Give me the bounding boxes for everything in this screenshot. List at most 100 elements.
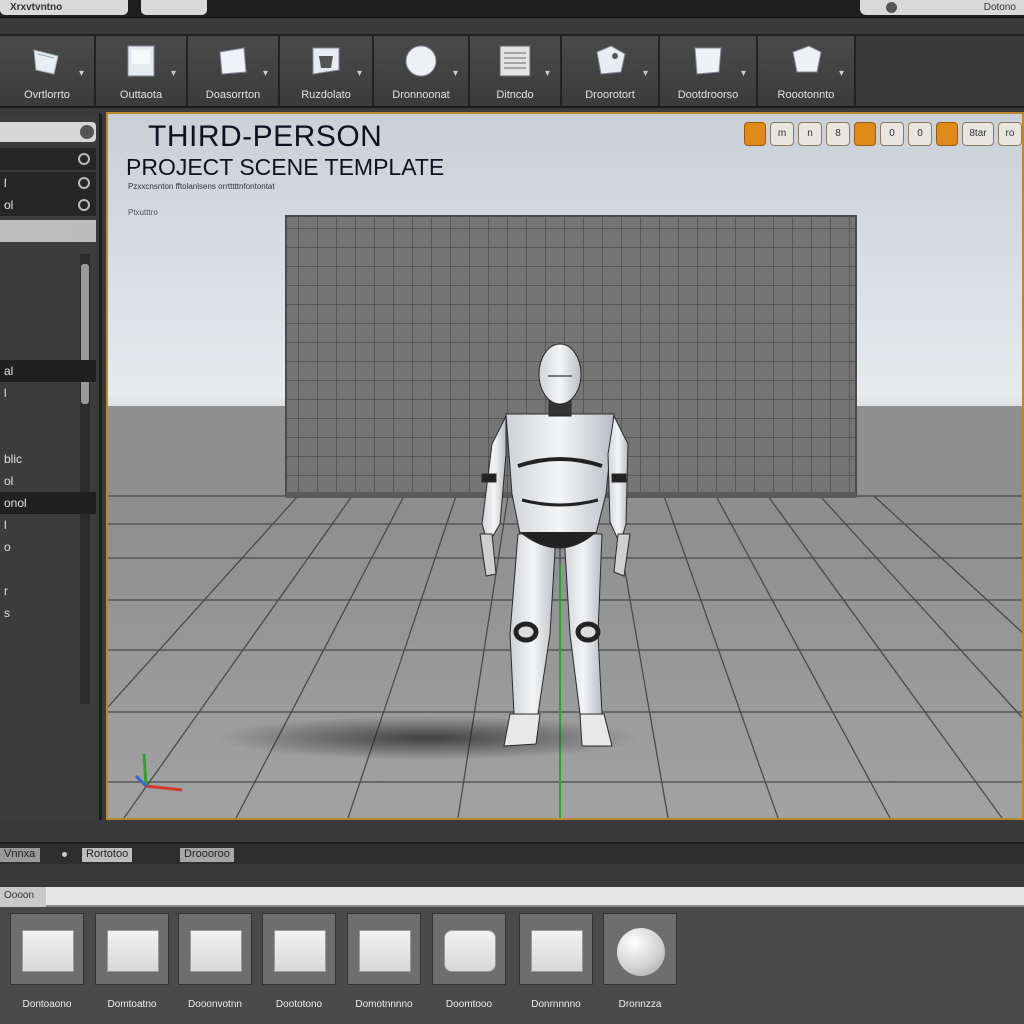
toolbar-spacer <box>856 36 1024 106</box>
outliner-list-item[interactable]: onol <box>0 492 96 514</box>
chevron-down-icon[interactable]: ▾ <box>79 68 84 79</box>
build-icon <box>496 42 534 80</box>
content-browser-tab[interactable]: Vnnxa <box>0 848 40 862</box>
plane-mesh-icon <box>107 930 159 972</box>
filter-button[interactable]: Oooon <box>0 887 46 907</box>
outliner-row[interactable] <box>0 220 96 242</box>
filter-icon[interactable] <box>80 125 94 139</box>
viewport-mode-button[interactable] <box>854 122 876 146</box>
window-tab-main[interactable]: Xrxvtvntno <box>0 0 128 15</box>
asset-tile[interactable]: Domtoatno <box>95 913 169 1013</box>
sphere-mesh-icon <box>617 928 665 976</box>
cinematics-icon <box>402 42 440 80</box>
viewport-mode-button[interactable] <box>936 122 958 146</box>
plane-mesh-icon <box>531 930 583 972</box>
asset-tile[interactable]: Dontoaono <box>10 913 84 1013</box>
cube-mesh-icon <box>444 930 496 972</box>
window-tab-secondary[interactable] <box>141 0 207 15</box>
asset-thumbnail <box>603 913 677 985</box>
asset-tile[interactable]: Dronnzza <box>603 913 677 1013</box>
viewport-option-button[interactable]: 0 <box>908 122 932 146</box>
outliner-row-label: l <box>4 176 7 190</box>
asset-tile[interactable]: Doomtooo <box>432 913 506 1013</box>
toolbar-button-build[interactable]: Ditncdo ▾ <box>470 36 562 106</box>
chevron-down-icon[interactable]: ▾ <box>741 68 746 79</box>
visibility-eye-icon[interactable] <box>78 199 90 211</box>
editor-window: Xrxvtvntno Dotono Ovrtlorrto ▾ Outtaota ▾ Do… <box>0 0 1024 1024</box>
asset-label: Donrnnnno <box>531 999 581 1010</box>
play-icon <box>591 42 629 80</box>
window-controls-label: Dotono <box>983 2 1016 13</box>
visibility-eye-icon[interactable] <box>78 225 90 237</box>
toolbar-button-marketplace[interactable]: Doasorrton ▾ <box>188 36 280 106</box>
content-browser-path-segment[interactable]: Droooroo <box>180 848 234 862</box>
outliner-list-item[interactable] <box>0 404 96 426</box>
world-outliner-panel: l ol al l blic ol onol l o r s <box>0 114 102 820</box>
viewport-option-button[interactable]: 8tar <box>962 122 994 146</box>
asset-thumbnail <box>95 913 169 985</box>
outliner-list-item[interactable]: s <box>0 602 96 624</box>
viewport-info-text-2: Ptxutttro <box>128 208 158 217</box>
chevron-down-icon[interactable]: ▾ <box>545 68 550 79</box>
outliner-list-item[interactable]: l <box>0 514 96 536</box>
chevron-down-icon[interactable]: ▾ <box>263 68 268 79</box>
viewport-option-button[interactable]: m <box>770 122 794 146</box>
asset-tile[interactable]: Donrnnnno <box>519 913 593 1013</box>
toolbar-button-launch[interactable]: Dootdroorso ▾ <box>660 36 758 106</box>
asset-tile[interactable]: Doototono <box>262 913 336 1013</box>
viewport-option-button[interactable]: ro <box>998 122 1022 146</box>
viewport-option-button[interactable]: 0 <box>880 122 904 146</box>
outliner-list-item[interactable]: l <box>0 382 96 404</box>
chevron-down-icon[interactable]: ▾ <box>357 68 362 79</box>
viewport-info-text: Pzxxcnsnton fftolanlsens orrtttttnfonton… <box>128 182 275 191</box>
chevron-down-icon[interactable]: ▾ <box>171 68 176 79</box>
visibility-eye-icon[interactable] <box>78 177 90 189</box>
asset-label: Domotnnnno <box>355 999 413 1010</box>
toolbar-button-cinematics[interactable]: Dronnoonat ▾ <box>374 36 470 106</box>
outliner-list-item[interactable] <box>0 558 96 580</box>
chevron-down-icon[interactable]: ▾ <box>839 68 844 79</box>
level-viewport[interactable]: THIRD-PERSON PROJECT SCENE TEMPLATE Pzxx… <box>106 112 1024 820</box>
viewport-mode-button[interactable] <box>744 122 766 146</box>
content-browser-filter-bar[interactable]: Oooon <box>0 887 1024 907</box>
outliner-list-item[interactable]: r <box>0 580 96 602</box>
toolbar-button-blueprint[interactable]: Ruzdolato ▾ <box>280 36 374 106</box>
toolbar-button-select[interactable]: Ovrtlorrto ▾ <box>0 36 96 106</box>
blueprint-icon <box>307 42 345 80</box>
plane-mesh-icon <box>22 930 74 972</box>
viewport-option-button[interactable]: n <box>798 122 822 146</box>
outliner-row[interactable]: l <box>0 172 96 194</box>
toolbar-button-settings[interactable]: Roootonnto ▾ <box>758 36 856 106</box>
outliner-list-item[interactable] <box>0 426 96 448</box>
outliner-search-input[interactable] <box>0 122 96 142</box>
content-icon <box>122 42 160 80</box>
character-shadow <box>218 716 638 760</box>
chevron-down-icon[interactable]: ▾ <box>643 68 648 79</box>
toggle-icon[interactable] <box>886 2 897 13</box>
asset-tile[interactable]: Dooonvotnn <box>178 913 252 1013</box>
toolbar-button-content[interactable]: Outtaota ▾ <box>96 36 188 106</box>
outliner-list-item[interactable]: o <box>0 536 96 558</box>
chevron-down-icon[interactable]: ▾ <box>453 68 458 79</box>
marketplace-icon <box>214 42 252 80</box>
outliner-row[interactable] <box>0 148 96 170</box>
visibility-eye-icon[interactable] <box>78 153 90 165</box>
asset-label: Dooonvotnn <box>188 999 242 1010</box>
outliner-list-item[interactable]: ol <box>0 470 96 492</box>
asset-thumbnail <box>432 913 506 985</box>
select-icon <box>28 42 66 80</box>
asset-label: Domtoatno <box>107 999 157 1010</box>
toolbar-button-play[interactable]: Droorotort ▾ <box>562 36 660 106</box>
toolbar-button-label: Dronnoonat <box>392 89 450 101</box>
asset-label: Dontoaono <box>22 999 72 1010</box>
main-toolbar: Ovrtlorrto ▾ Outtaota ▾ Doasorrton ▾ Ruzdolato… <box>0 34 1024 108</box>
window-controls[interactable]: Dotono <box>860 0 1024 15</box>
outliner-list-item[interactable]: al <box>0 360 96 382</box>
settings-icon <box>787 42 825 80</box>
viewport-option-button[interactable]: 8 <box>826 122 850 146</box>
asset-label: Doomtooo <box>445 999 493 1010</box>
outliner-row[interactable]: ol <box>0 194 96 216</box>
outliner-list-item[interactable]: blic <box>0 448 96 470</box>
content-browser-path-segment[interactable]: Rortotoo <box>82 848 133 862</box>
asset-tile[interactable]: Domotnnnno <box>347 913 421 1013</box>
